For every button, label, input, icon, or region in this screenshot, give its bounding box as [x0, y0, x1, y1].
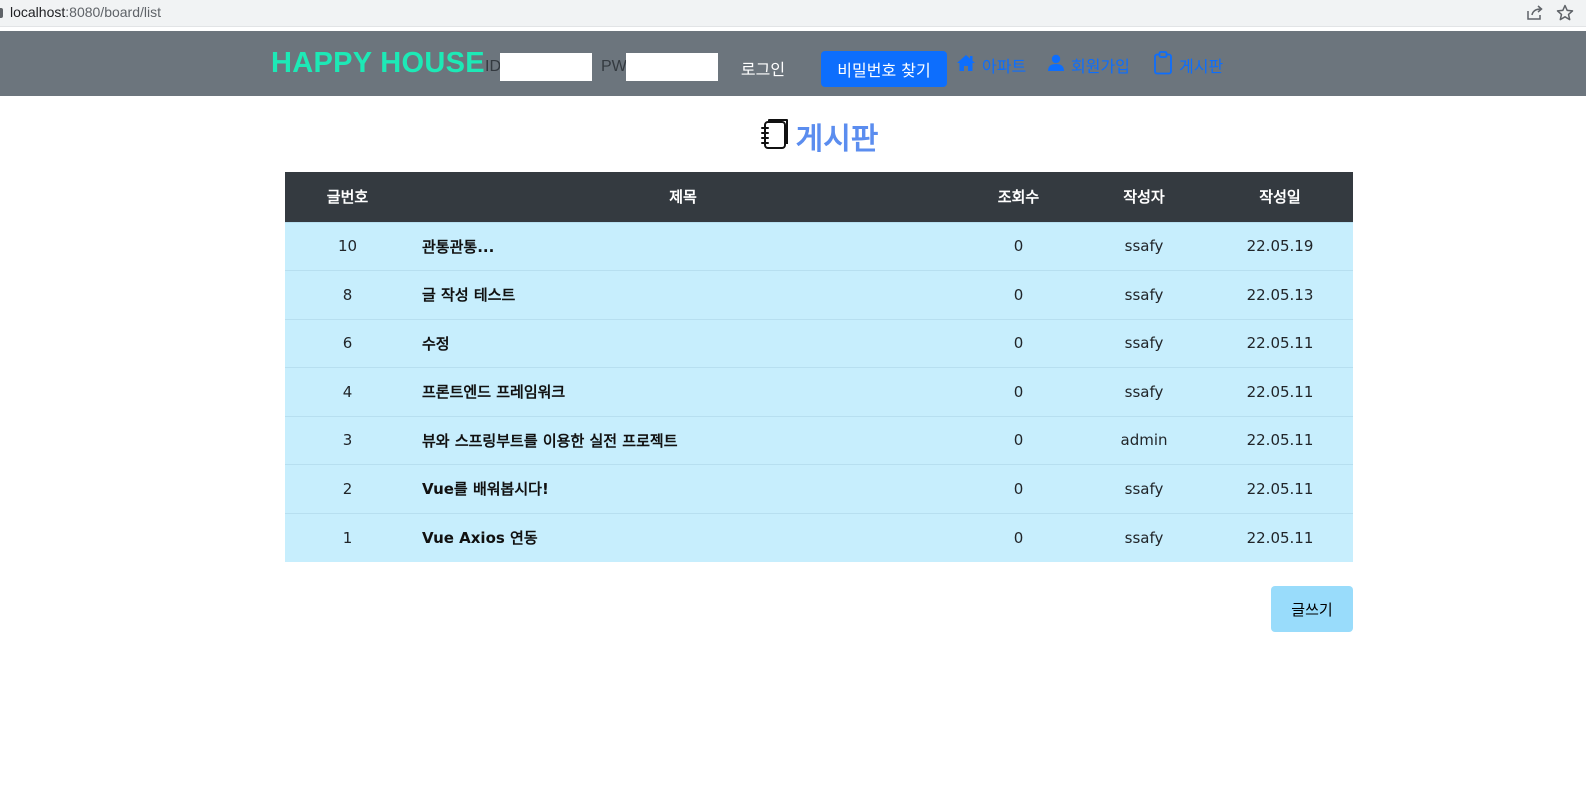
site-info-icon[interactable] [0, 8, 3, 18]
table-row[interactable]: 2 Vue를 배워봅시다! 0 ssafy 22.05.11 [285, 464, 1353, 513]
table-header-row: 글번호 제목 조회수 작성자 작성일 [285, 172, 1353, 222]
clipboard-icon [1153, 51, 1179, 79]
cell-date: 22.05.11 [1207, 464, 1353, 513]
header-subject: 제목 [410, 172, 956, 222]
cell-date: 22.05.11 [1207, 415, 1353, 465]
id-input[interactable] [500, 53, 592, 81]
cell-subject: 수정 [410, 318, 956, 368]
table-row[interactable]: 1 Vue Axios 연동 0 ssafy 22.05.11 [285, 512, 1353, 562]
nav-link-label: 아파트 [982, 57, 1027, 76]
table-row[interactable]: 3 뷰와 스프링부트를 이용한 실전 프로젝트 0 admin 22.05.11 [285, 415, 1353, 465]
cell-date: 22.05.11 [1207, 367, 1353, 416]
cell-subject: 관통관통... [410, 221, 956, 271]
table-row[interactable]: 6 수정 0 ssafy 22.05.11 [285, 318, 1353, 368]
bookmark-star-icon[interactable] [1556, 4, 1574, 22]
navbar: HAPPY HOUSE ID PW 로그인 비밀번호 찾기 아파트 회원가입 게… [0, 31, 1586, 96]
cell-writer: ssafy [1081, 270, 1207, 319]
cell-no: 6 [285, 318, 410, 368]
cell-writer: ssafy [1081, 512, 1207, 562]
cell-no: 10 [285, 221, 410, 271]
cell-no: 3 [285, 415, 410, 465]
page-heading: 게시판 [0, 114, 1586, 158]
subject-link[interactable]: 뷰와 스프링부트를 이용한 실전 프로젝트 [422, 432, 678, 450]
cell-writer: ssafy [1081, 318, 1207, 368]
browser-address-bar: localhost:8080/board/list [0, 0, 1586, 27]
subject-link[interactable]: 글 작성 테스트 [422, 286, 515, 304]
header-hit: 조회수 [956, 172, 1081, 222]
cell-subject: Vue Axios 연동 [410, 512, 956, 562]
cell-date: 22.05.19 [1207, 221, 1353, 271]
subject-link[interactable]: Vue를 배워봅시다! [422, 480, 549, 498]
cell-hit: 0 [956, 367, 1081, 416]
journal-icon [760, 118, 788, 155]
pw-input[interactable] [626, 53, 718, 81]
find-password-button[interactable]: 비밀번호 찾기 [821, 51, 947, 87]
pw-label: PW [601, 58, 627, 75]
table-row[interactable]: 4 프론트엔드 프레임워크 0 ssafy 22.05.11 [285, 367, 1353, 416]
nav-link-label: 게시판 [1179, 57, 1224, 76]
table-row[interactable]: 8 글 작성 테스트 0 ssafy 22.05.13 [285, 270, 1353, 319]
cell-subject: 프론트엔드 프레임워크 [410, 367, 956, 416]
cell-subject: Vue를 배워봅시다! [410, 464, 956, 513]
cell-hit: 0 [956, 318, 1081, 368]
cell-hit: 0 [956, 415, 1081, 465]
page-title: 게시판 [795, 122, 879, 157]
cell-date: 22.05.13 [1207, 270, 1353, 319]
write-post-button[interactable]: 글쓰기 [1271, 586, 1353, 632]
table-row[interactable]: 10 관통관통... 0 ssafy 22.05.19 [285, 221, 1353, 271]
cell-subject: 뷰와 스프링부트를 이용한 실전 프로젝트 [410, 415, 956, 465]
nav-link-label: 회원가입 [1071, 57, 1130, 76]
id-label: ID [485, 58, 501, 75]
home-icon [956, 54, 982, 76]
cell-hit: 0 [956, 270, 1081, 319]
cell-date: 22.05.11 [1207, 318, 1353, 368]
cell-hit: 0 [956, 512, 1081, 562]
subject-link[interactable]: 관통관통... [422, 238, 494, 256]
subject-link[interactable]: 수정 [422, 335, 450, 353]
cell-no: 4 [285, 367, 410, 416]
cell-writer: admin [1081, 415, 1207, 465]
share-icon[interactable] [1526, 5, 1544, 21]
url-host: localhost [10, 4, 66, 20]
subject-link[interactable]: 프론트엔드 프레임워크 [422, 383, 565, 401]
subject-link[interactable]: Vue Axios 연동 [422, 529, 538, 547]
nav-link-signup[interactable]: 회원가입 [1047, 51, 1130, 79]
nav-link-board[interactable]: 게시판 [1153, 51, 1223, 79]
cell-hit: 0 [956, 221, 1081, 271]
header-date: 작성일 [1207, 172, 1353, 222]
url-path: :8080/board/list [65, 4, 161, 20]
cell-date: 22.05.11 [1207, 512, 1353, 562]
cell-no: 1 [285, 512, 410, 562]
login-button[interactable]: 로그인 [732, 53, 794, 83]
url-field[interactable]: localhost:8080/board/list [10, 4, 161, 20]
cell-writer: ssafy [1081, 367, 1207, 416]
cell-no: 2 [285, 464, 410, 513]
cell-no: 8 [285, 270, 410, 319]
user-icon [1047, 54, 1071, 76]
board-table: 글번호 제목 조회수 작성자 작성일 10 관통관통... 0 ssafy 22… [285, 172, 1353, 562]
cell-writer: ssafy [1081, 221, 1207, 271]
header-no: 글번호 [285, 172, 410, 222]
cell-subject: 글 작성 테스트 [410, 270, 956, 319]
nav-link-apartment[interactable]: 아파트 [956, 51, 1026, 79]
header-writer: 작성자 [1081, 172, 1207, 222]
brand-logo[interactable]: HAPPY HOUSE [271, 47, 485, 80]
cell-hit: 0 [956, 464, 1081, 513]
cell-writer: ssafy [1081, 464, 1207, 513]
